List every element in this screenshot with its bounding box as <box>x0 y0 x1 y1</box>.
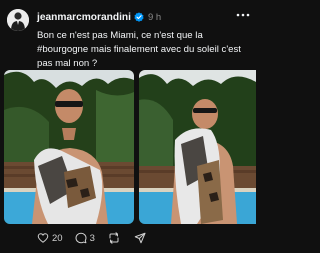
avatar[interactable] <box>7 9 29 31</box>
post-actions: 20 3 <box>37 230 146 246</box>
thread-post: jeanmarcmorandini 9 h Bon ce n'est pas M… <box>0 0 256 253</box>
post-time: 9 h <box>147 11 162 23</box>
username[interactable]: jeanmarcmorandini <box>37 12 131 23</box>
repost-icon <box>109 232 119 244</box>
post-photo-2[interactable] <box>139 70 256 224</box>
verified-badge-icon <box>134 12 144 22</box>
post-photo-1[interactable] <box>4 70 134 224</box>
heart-icon <box>37 233 49 243</box>
post-text: Bon ce n'est pas Miami, ce n'est que la … <box>37 30 241 69</box>
share-icon <box>134 232 146 244</box>
comment-button[interactable]: 3 <box>75 230 95 246</box>
comment-icon <box>75 232 87 244</box>
like-count: 20 <box>52 232 63 244</box>
comment-count: 3 <box>89 232 95 244</box>
repost-button[interactable] <box>108 230 120 246</box>
like-button[interactable]: 20 <box>37 230 63 246</box>
share-button[interactable] <box>134 230 146 246</box>
post-header: jeanmarcmorandini 9 h <box>37 10 161 24</box>
more-icon[interactable] <box>236 10 250 20</box>
